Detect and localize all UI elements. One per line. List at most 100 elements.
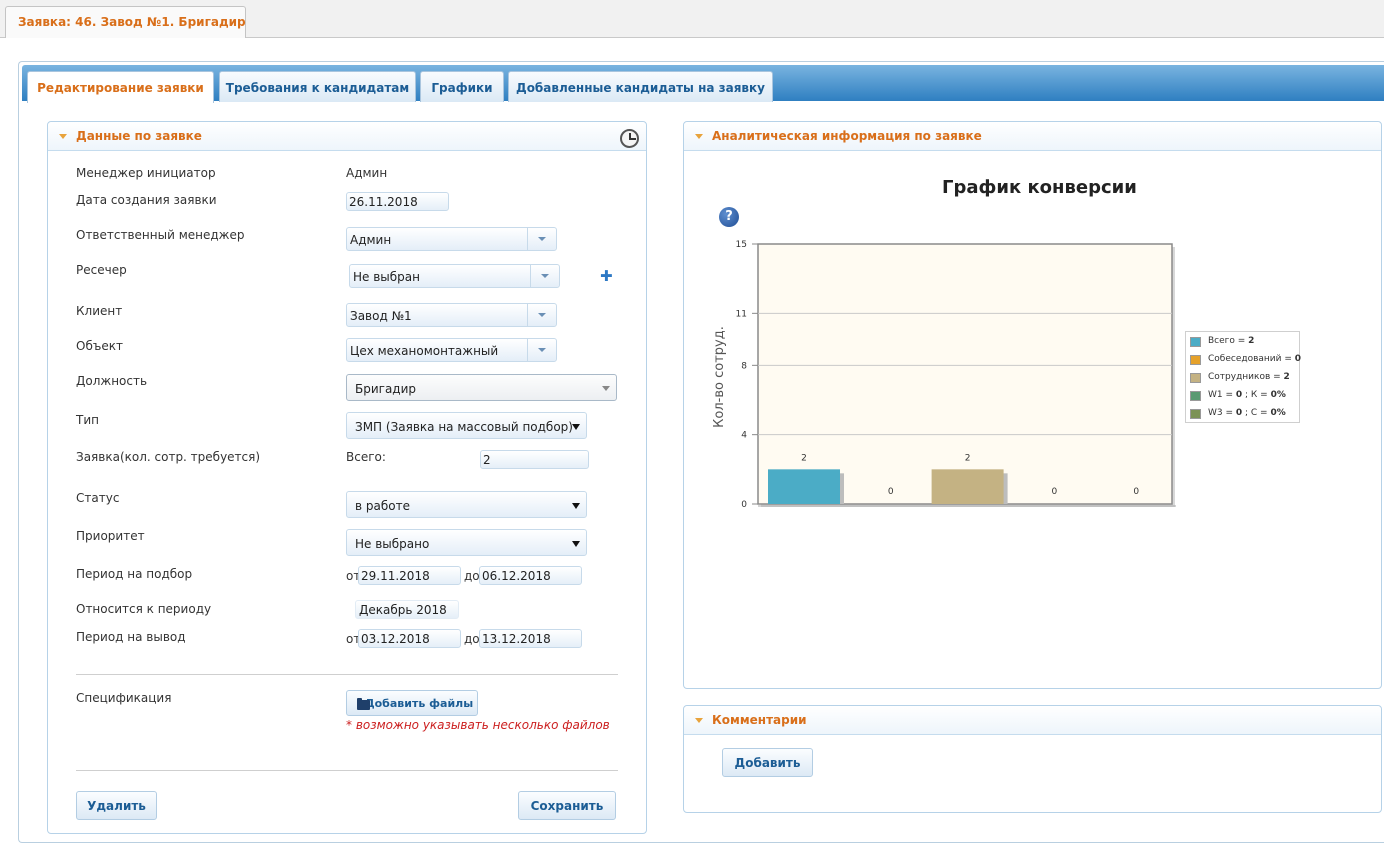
add-comment-button[interactable]: Добавить	[722, 748, 813, 777]
add-researcher-plus-icon[interactable]: ✚	[600, 267, 613, 285]
chevron-down-icon[interactable]	[530, 265, 559, 287]
files-hint: * возможно указывать несколько файлов	[346, 718, 610, 732]
tab-edit-request[interactable]: Редактирование заявки	[27, 71, 214, 103]
created-date-field[interactable]: 26.11.2018	[346, 192, 449, 211]
quantity-field[interactable]: 2	[480, 450, 589, 469]
legend-swatch	[1190, 391, 1201, 401]
priority-select[interactable]: Не выбрано	[346, 529, 587, 556]
collapse-caret-icon[interactable]	[695, 134, 703, 139]
tab-charts[interactable]: Графики	[420, 71, 504, 102]
panel-title: Данные по заявке	[76, 129, 202, 143]
y-tick-label: 8	[741, 361, 747, 371]
help-icon[interactable]: ?	[719, 207, 739, 227]
y-tick-label: 4	[741, 431, 747, 441]
data-label: 2	[801, 453, 807, 463]
clock-icon[interactable]	[620, 129, 639, 148]
position-select[interactable]: Бригадир	[346, 374, 617, 401]
save-button[interactable]: Сохранить	[518, 791, 616, 820]
quantity-label: Заявка(кол. сотр. требуется)	[76, 450, 261, 464]
chart-title: График конверсии	[942, 177, 1137, 198]
panel-title: Аналитическая информация по заявке	[712, 129, 982, 143]
chart-legend: Всего = 2 Собеседований = 0 Сотрудников = …	[1185, 331, 1302, 423]
client-label: Клиент	[76, 304, 123, 318]
quantity-total-label: Всего:	[346, 450, 386, 464]
divider	[76, 674, 618, 675]
responsible-manager-value: Админ	[350, 233, 392, 247]
selection-to-field[interactable]: 06.12.2018	[479, 566, 582, 585]
legend-label: Собеседований = 0	[1208, 354, 1302, 364]
relates-period-label: Относится к периоду	[76, 602, 212, 616]
chevron-down-icon[interactable]	[527, 339, 556, 361]
created-date-label: Дата создания заявки	[76, 193, 217, 207]
data-label: 0	[888, 487, 894, 497]
selection-to-label: до	[464, 569, 480, 583]
position-label: Должность	[76, 374, 148, 388]
dropdown-arrow-icon	[572, 541, 580, 547]
object-value: Цех механомонтажный	[350, 344, 499, 358]
delete-button[interactable]: Удалить	[76, 791, 157, 820]
selection-period-label: Период на подбор	[76, 567, 193, 581]
y-axis-label: Кол-во сотруд.	[712, 326, 727, 428]
add-files-button[interactable]: Добавить файлы	[346, 690, 478, 716]
legend-swatch	[1190, 355, 1201, 365]
type-value: ЗМП (Заявка на массовый подбор)	[355, 420, 573, 434]
dropdown-arrow-icon	[572, 424, 580, 430]
client-value: Завод №1	[350, 309, 412, 323]
relates-period-field[interactable]: Декабрь 2018	[355, 600, 459, 619]
folder-open-icon	[357, 698, 370, 710]
researcher-value: Не выбран	[353, 270, 420, 284]
dropdown-arrow-icon	[602, 386, 610, 391]
client-combo[interactable]: Завод №1	[346, 303, 557, 327]
request-data-header[interactable]: Данные по заявке	[48, 122, 646, 151]
data-label: 0	[1133, 487, 1139, 497]
top-bar: Заявка: 46. Завод №1. Бригадир	[0, 0, 1384, 38]
position-value: Бригадир	[355, 382, 417, 396]
analytics-header[interactable]: Аналитическая информация по заявке	[684, 122, 1381, 151]
tab-added-candidates[interactable]: Добавленные кандидаты на заявку	[508, 71, 773, 102]
legend-swatch	[1190, 337, 1201, 347]
bar	[931, 469, 1004, 504]
bar	[768, 469, 840, 504]
output-from-field[interactable]: 03.12.2018	[358, 629, 461, 648]
y-tick-label: 15	[736, 240, 747, 250]
panel-title: Комментарии	[712, 713, 807, 727]
output-to-label: до	[464, 632, 480, 646]
researcher-combo[interactable]: Не выбран	[349, 264, 560, 288]
responsible-manager-combo[interactable]: Админ	[346, 227, 557, 251]
collapse-caret-icon[interactable]	[59, 134, 67, 139]
add-files-label: Добавить файлы	[364, 697, 474, 710]
data-label: 0	[1052, 487, 1058, 497]
data-label: 2	[965, 453, 971, 463]
page-tab-request[interactable]: Заявка: 46. Завод №1. Бригадир	[5, 6, 246, 38]
selection-from-field[interactable]: 29.11.2018	[358, 566, 461, 585]
type-select[interactable]: ЗМП (Заявка на массовый подбор)	[346, 412, 587, 439]
y-tick-label: 0	[741, 500, 747, 510]
legend-label: W3 = 0 ; С = 0%	[1208, 408, 1286, 418]
status-label: Статус	[76, 491, 120, 505]
status-value: в работе	[355, 499, 410, 513]
tab-candidate-requirements[interactable]: Требования к кандидатам	[219, 71, 416, 102]
legend-swatch	[1190, 373, 1201, 383]
legend-label: Всего = 2	[1208, 336, 1255, 346]
y-tick-label: 11	[736, 309, 747, 319]
tab-strip: Редактирование заявки Требования к канди…	[22, 65, 1384, 103]
divider	[76, 770, 618, 771]
dropdown-arrow-icon	[572, 503, 580, 509]
collapse-caret-icon[interactable]	[695, 718, 703, 723]
comments-header[interactable]: Комментарии	[684, 706, 1381, 735]
output-period-label: Период на вывод	[76, 630, 186, 644]
chevron-down-icon[interactable]	[527, 228, 556, 250]
object-label: Объект	[76, 339, 123, 353]
chevron-down-icon[interactable]	[527, 304, 556, 326]
legend-label: W1 = 0 ; К = 0%	[1208, 390, 1286, 400]
type-label: Тип	[76, 413, 99, 427]
object-combo[interactable]: Цех механомонтажный	[346, 338, 557, 362]
priority-label: Приоритет	[76, 529, 145, 543]
researcher-label: Ресечер	[76, 263, 127, 277]
responsible-manager-label: Ответственный менеджер	[76, 228, 245, 242]
manager-initiator-value: Админ	[346, 166, 388, 180]
legend-label: Сотрудников = 2	[1208, 372, 1290, 382]
status-select[interactable]: в работе	[346, 491, 587, 518]
output-to-field[interactable]: 13.12.2018	[479, 629, 582, 648]
legend-swatch	[1190, 409, 1201, 419]
